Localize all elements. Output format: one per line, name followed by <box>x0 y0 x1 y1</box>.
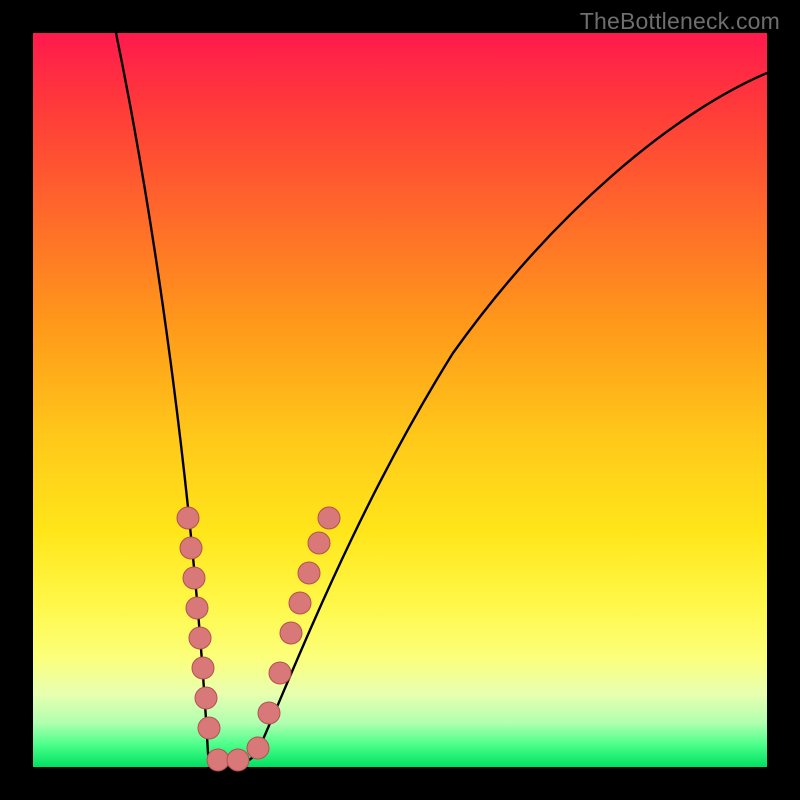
data-marker <box>308 532 330 554</box>
data-marker <box>298 562 320 584</box>
data-marker <box>247 737 269 759</box>
data-marker <box>227 749 249 771</box>
chart-frame: TheBottleneck.com <box>0 0 800 800</box>
data-marker <box>318 507 340 529</box>
data-marker <box>189 627 211 649</box>
data-marker <box>177 507 199 529</box>
data-marker <box>195 687 217 709</box>
data-marker <box>207 749 229 771</box>
chart-svg <box>33 33 767 767</box>
curve-right <box>215 73 767 766</box>
data-marker <box>198 717 220 739</box>
data-marker <box>258 702 280 724</box>
data-marker <box>192 657 214 679</box>
data-marker <box>183 567 205 589</box>
data-marker <box>186 597 208 619</box>
watermark-text: TheBottleneck.com <box>580 8 780 35</box>
chart-plot-area <box>33 33 767 767</box>
curve-left <box>116 33 215 765</box>
marker-group <box>177 507 340 771</box>
data-marker <box>180 537 202 559</box>
data-marker <box>269 662 291 684</box>
data-marker <box>280 622 302 644</box>
data-marker <box>289 592 311 614</box>
